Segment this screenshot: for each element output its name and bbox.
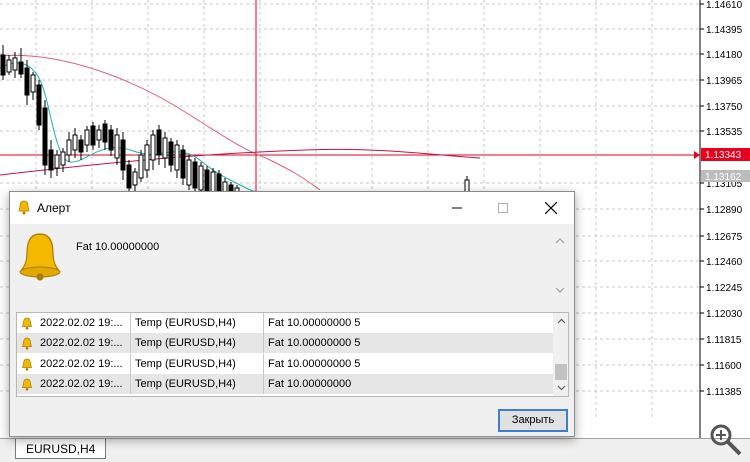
- tab-eurusd-h4[interactable]: EURUSD,H4: [15, 439, 107, 459]
- candle-body: [42, 107, 48, 166]
- dialog-titlebar[interactable]: Алерт: [10, 192, 574, 224]
- close-window-button[interactable]: [528, 192, 574, 223]
- candle-body: [198, 165, 204, 191]
- alert-text: Fat 10.00000000 5: [263, 354, 553, 374]
- price-tick-label: 1.14395: [706, 25, 743, 36]
- price-tick-label: 1.11385: [706, 387, 742, 398]
- scroll-down-arrow-icon[interactable]: [553, 380, 568, 396]
- alert-time: 2022.02.02 19:...: [40, 317, 123, 329]
- zoom-in-icon[interactable]: [706, 420, 746, 460]
- candle-body: [156, 129, 162, 156]
- candle-body: [162, 137, 168, 159]
- candle-body: [186, 159, 192, 186]
- alert-expert: Temp (EURUSD,H4): [130, 374, 264, 394]
- bell-icon: [18, 200, 32, 216]
- candle-body: [102, 123, 108, 143]
- bell-icon: [22, 337, 33, 350]
- alert-time: 2022.02.02 19:...: [40, 358, 123, 370]
- candle-body: [132, 171, 138, 186]
- candle-body: [138, 154, 144, 179]
- price-tick-label: 1.14180: [706, 50, 743, 61]
- candle-body: [6, 59, 12, 73]
- alert-message-area: Fat 10.00000000: [10, 224, 574, 310]
- current-price-tag: 1.13343: [705, 150, 742, 161]
- bell-icon: [22, 317, 33, 330]
- candle-body: [144, 144, 150, 171]
- candle-body: [192, 161, 198, 189]
- candle-body: [24, 67, 30, 96]
- price-tick-label: 1.14610: [706, 0, 743, 11]
- dialog-title: Алерт: [37, 201, 71, 215]
- candle-body: [54, 154, 60, 169]
- bell-icon: [22, 358, 33, 371]
- price-tick-label: 1.11815: [706, 335, 742, 346]
- chart-tab-bar: EURUSD,H4: [0, 438, 750, 462]
- price-tick-label: 1.12675: [706, 232, 743, 243]
- candle-body: [36, 84, 42, 126]
- candle-body: [126, 164, 132, 189]
- alert-time: 2022.02.02 19:...: [40, 378, 123, 390]
- alert-expert: Temp (EURUSD,H4): [130, 313, 264, 333]
- price-tick-label: 1.12245: [706, 283, 743, 294]
- list-item[interactable]: 2022.02.02 19:... Temp (EURUSD,H4) Fat 1…: [17, 333, 553, 353]
- candle-body: [114, 134, 120, 159]
- alert-message: Fat 10.00000000: [76, 241, 160, 253]
- alert-dialog: Алерт Fat 10.00000000 2022.02.02 19:... …: [9, 191, 575, 437]
- price-tick-label: 1.12460: [706, 257, 743, 268]
- alert-list[interactable]: 2022.02.02 19:... Temp (EURUSD,H4) Fat 1…: [16, 312, 569, 397]
- large-bell-icon: [19, 231, 61, 281]
- list-scrollbar[interactable]: [553, 313, 568, 396]
- candle-body: [30, 74, 36, 93]
- alert-expert: Temp (EURUSD,H4): [130, 333, 264, 353]
- price-tick-label: 1.13750: [706, 102, 743, 113]
- alert-time: 2022.02.02 19:...: [40, 337, 123, 349]
- close-button[interactable]: Закрыть: [498, 409, 568, 432]
- candle-body: [12, 57, 18, 71]
- candle-body: [0, 54, 6, 76]
- candle-body: [96, 129, 102, 141]
- alert-text: Fat 10.00000000 5: [263, 333, 553, 353]
- alert-text: Fat 10.00000000 5: [263, 313, 553, 333]
- alert-expert: Temp (EURUSD,H4): [130, 354, 264, 374]
- candle-body: [150, 134, 156, 161]
- candle-body: [180, 149, 186, 179]
- bell-icon: [22, 378, 33, 391]
- current-price-marker: [694, 151, 700, 159]
- list-item[interactable]: 2022.02.02 19:... Temp (EURUSD,H4) Fat 1…: [17, 313, 553, 333]
- price-tick-label: 1.13965: [706, 76, 743, 87]
- list-item[interactable]: 2022.02.02 19:... Temp (EURUSD,H4) Fat 1…: [17, 374, 553, 394]
- candle-body: [18, 61, 24, 75]
- price-scale: 1.14610 1.14395 1.14180 1.13965 1.13750 1.135…: [700, 0, 743, 398]
- candle-body: [90, 125, 96, 146]
- alert-text: Fat 10.00000000: [263, 374, 553, 394]
- message-scrollbar[interactable]: [551, 232, 569, 298]
- last-price-tag: 1.13162: [705, 172, 742, 183]
- price-tick-label: 1.11600: [706, 361, 742, 372]
- candlesticks: [0, 45, 240, 199]
- candle-body: [84, 129, 90, 146]
- candle-body: [108, 129, 114, 151]
- price-tick-label: 1.13535: [706, 127, 743, 138]
- scrollbar-thumb[interactable]: [555, 364, 567, 380]
- candle-body: [174, 144, 180, 171]
- candle-body: [66, 139, 72, 156]
- candle-body: [120, 139, 126, 171]
- price-tick-label: 1.12890: [706, 205, 743, 216]
- price-tick-label: 1.12030: [706, 309, 743, 320]
- candle-body: [168, 141, 174, 166]
- candle-body: [204, 169, 210, 193]
- candle-body: [60, 151, 66, 166]
- candle-body: [72, 134, 78, 151]
- list-item[interactable]: 2022.02.02 19:... Temp (EURUSD,H4) Fat 1…: [17, 354, 553, 374]
- minimize-button[interactable]: [434, 192, 480, 223]
- candle-body: [48, 149, 54, 171]
- scroll-up-arrow-icon[interactable]: [553, 313, 568, 329]
- maximize-button[interactable]: [480, 192, 526, 223]
- candle-body: [78, 139, 84, 153]
